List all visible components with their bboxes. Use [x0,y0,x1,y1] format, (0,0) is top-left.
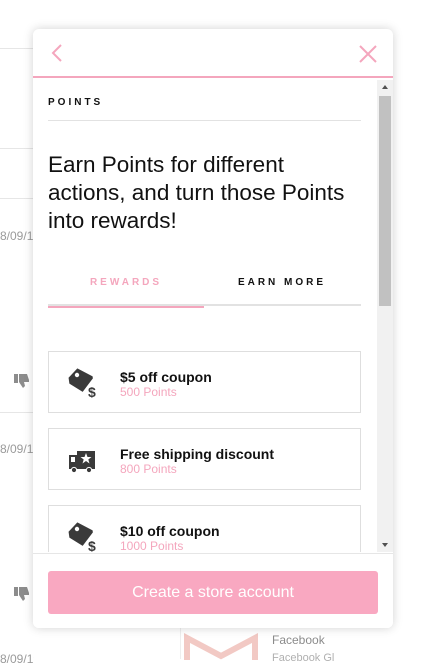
shipping-truck-icon [67,443,101,475]
review-date: 8/09/19 [0,652,34,666]
chevron-left-icon[interactable] [47,41,69,65]
rewards-tabs: REWARDS EARN MORE [48,276,361,308]
divider [0,412,34,413]
rewards-panel: POINTS Earn Points for different actions… [33,29,393,628]
review-date: 8/09/1 [0,229,34,243]
reward-title: $5 off coupon [120,369,212,385]
reward-points: 1000 Points [120,539,184,552]
divider [48,120,361,121]
section-title: POINTS [48,97,104,108]
divider [0,48,34,49]
scrollbar[interactable] [377,80,393,552]
price-tag-icon: $ [67,366,101,400]
reward-title: $10 off coupon [120,523,220,539]
points-headline: Earn Points for different actions, and t… [48,152,345,233]
tab-earn-more[interactable]: EARN MORE [204,276,360,306]
reward-card[interactable]: $ $10 off coupon 1000 Points [48,505,361,552]
social-source-label: Facebook [272,633,325,647]
reward-points: 800 Points [120,462,177,476]
reward-card[interactable]: Free shipping discount 800 Points [48,428,361,490]
svg-text:$: $ [88,538,96,552]
divider [0,148,34,149]
email-logo [180,625,260,660]
create-account-button[interactable]: Create a store account [48,571,378,614]
divider [0,198,34,199]
svg-text:$: $ [88,384,96,398]
reward-title: Free shipping discount [120,446,275,462]
scroll-down-arrow-icon[interactable] [377,538,393,552]
scrollbar-thumb[interactable] [379,96,391,306]
thumbs-down-icon[interactable] [14,587,30,601]
social-source-sub: Facebook Gl [272,652,335,664]
reward-card[interactable]: $ $5 off coupon 500 Points [48,351,361,413]
tab-rewards[interactable]: REWARDS [48,276,204,308]
scroll-up-arrow-icon[interactable] [377,80,393,94]
close-icon[interactable] [357,41,379,65]
reward-points: 500 Points [120,385,177,399]
panel-header [33,29,393,78]
thumbs-down-icon[interactable] [14,374,30,388]
rewards-scroll-area[interactable]: POINTS Earn Points for different actions… [33,80,393,552]
review-date: 8/09/1 [0,442,34,456]
price-tag-icon: $ [67,520,101,552]
panel-footer: Create a store account [33,553,393,628]
